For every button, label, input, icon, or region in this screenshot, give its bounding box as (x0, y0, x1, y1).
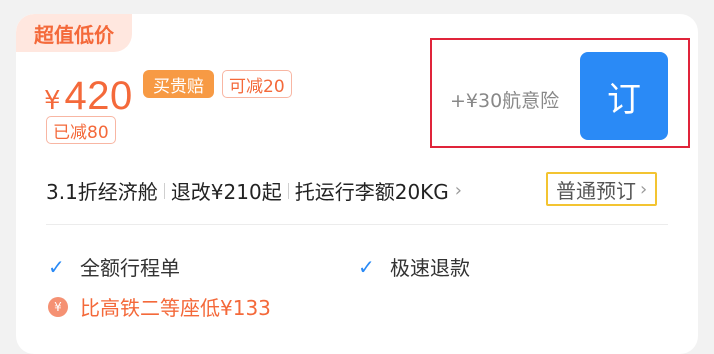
yen-coin-icon: ¥ (48, 296, 68, 317)
price-currency: ¥ (44, 86, 61, 116)
baggage-info: 托运行李额20KG (294, 180, 449, 204)
fare-info-row[interactable]: 3.1折经济舱 退改¥210起 托运行李额20KG › (46, 176, 462, 205)
guarantee-badge: 买贵赔 (143, 70, 214, 98)
refund-info: 退改¥210起 (170, 180, 282, 204)
promo-tag: 超值低价 (16, 14, 132, 52)
book-button[interactable]: 订 (580, 52, 668, 140)
feature-fast-refund: ✓ 极速退款 (358, 252, 470, 281)
flight-price-card[interactable]: 超值低价 ¥ 420 买贵赔 可减20 已减80 +¥30航意险 订 3.1折经… (16, 14, 698, 354)
train-compare: ¥ 比高铁二等座低¥133 (48, 292, 271, 321)
feature-label: 全额行程单 (80, 256, 180, 280)
chevron-right-icon: › (640, 178, 648, 200)
normal-book-label: 普通预订 (556, 178, 636, 203)
promo-tag-label: 超值低价 (34, 22, 114, 47)
feature-label: 极速退款 (390, 256, 470, 280)
check-icon: ✓ (358, 254, 375, 279)
cabin-info: 3.1折经济舱 (46, 180, 158, 204)
info-separator (163, 182, 165, 199)
insurance-label: +¥30航意险 (450, 90, 560, 112)
normal-book-button[interactable]: 普通预订 › (546, 172, 658, 206)
divider (46, 224, 668, 225)
check-icon: ✓ (48, 254, 65, 279)
price: ¥ 420 (44, 74, 133, 119)
train-compare-text: 比高铁二等座低¥133 (80, 296, 271, 320)
info-separator (287, 182, 289, 199)
feature-full-itinerary: ✓ 全额行程单 (48, 252, 180, 281)
reduced-badge-label: 已减80 (53, 122, 109, 143)
price-amount: 420 (64, 74, 133, 118)
coupon-badge-label: 可减20 (229, 76, 285, 97)
book-button-label: 订 (607, 79, 641, 120)
reduced-badge: 已减80 (46, 116, 116, 144)
chevron-right-icon: › (454, 180, 462, 201)
guarantee-badge-label: 买贵赔 (153, 76, 204, 97)
coupon-badge: 可减20 (222, 70, 292, 98)
